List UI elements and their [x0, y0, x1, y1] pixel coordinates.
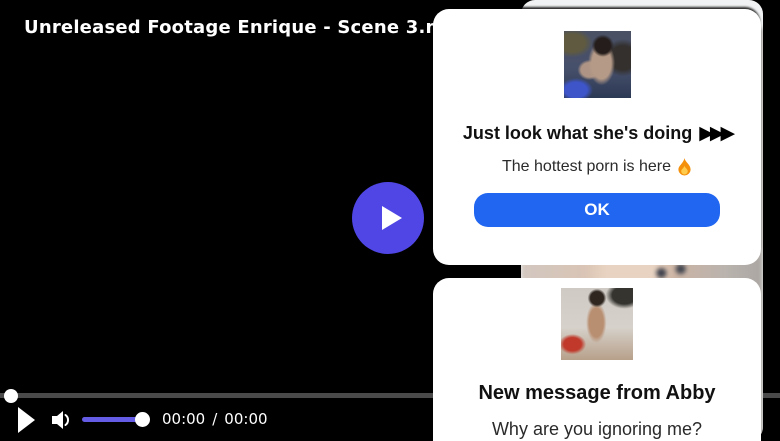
offer-title-text: Just look what she's doing: [462, 122, 693, 143]
volume-slider-thumb[interactable]: [135, 412, 150, 427]
video-progress-thumb[interactable]: [4, 389, 18, 403]
fire-icon: [678, 158, 691, 176]
offer-thumbnail[interactable]: [563, 31, 631, 98]
play-overlay-button[interactable]: [352, 182, 424, 254]
speaker-icon: [52, 411, 70, 429]
message-title: New message from Abby: [478, 382, 716, 404]
message-thumbnail[interactable]: [561, 288, 633, 360]
offer-thumbnail-image: [564, 31, 631, 98]
message-popup[interactable]: New message from Abby Why are you ignori…: [433, 278, 761, 441]
offer-subtitle-text: The hottest porn is here: [502, 158, 671, 175]
duration: 00:00: [224, 410, 268, 428]
time-separator: /: [212, 410, 218, 428]
time-display: 00:00 / 00:00: [162, 410, 268, 428]
volume-button[interactable]: [50, 408, 72, 437]
current-time: 00:00: [162, 410, 206, 428]
ok-button[interactable]: OK: [474, 193, 720, 227]
triple-play-icon: ▶▶▶: [699, 122, 735, 144]
offer-title: Just look what she's doing ▶▶▶: [462, 122, 735, 144]
message-subtitle: Why are you ignoring me?: [491, 419, 703, 439]
offer-popup[interactable]: Just look what she's doing ▶▶▶ The hotte…: [433, 9, 761, 265]
message-thumbnail-image: [561, 288, 633, 360]
video-title: Unreleased Footage Enrique - Scene 3.mp4: [24, 17, 471, 38]
play-button[interactable]: [18, 407, 35, 433]
page: Unreleased Footage Enrique - Scene 3.mp4…: [0, 0, 780, 441]
play-icon: [381, 206, 402, 230]
offer-subtitle: The hottest porn is here: [502, 158, 692, 176]
